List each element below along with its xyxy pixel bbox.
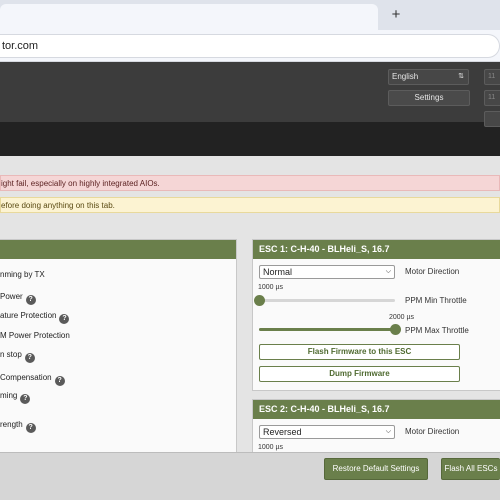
help-icon[interactable]: ?	[20, 394, 31, 404]
url-text: tor.com	[2, 40, 39, 52]
common-setting-label: Compensation	[0, 373, 52, 382]
esc-1-min-slider[interactable]	[254, 295, 395, 306]
header-stub-button-3[interactable]	[484, 111, 500, 127]
flash-all-escs-button[interactable]: Flash All ESCs	[441, 458, 500, 480]
esc-1-max-label: PPM Max Throttle	[405, 326, 469, 335]
common-settings-header	[0, 240, 236, 259]
chevron-down-icon: ⌵	[385, 268, 391, 275]
common-setting-label: rength	[0, 420, 23, 429]
read-before-warning: efore doing anything on this tab.	[0, 197, 500, 213]
active-browser-tab[interactable]	[0, 4, 378, 30]
esc-1-max-slider[interactable]	[259, 324, 401, 335]
language-select[interactable]: English ⇅	[388, 69, 469, 85]
common-setting-item: rength?	[0, 420, 36, 433]
help-icon[interactable]: ?	[25, 295, 36, 305]
common-setting-label: Power	[0, 292, 23, 301]
common-setting-item: ming?	[0, 391, 31, 404]
esc-2-direction-label: Motor Direction	[405, 427, 460, 436]
esc-2-min-value: 1000 µs	[258, 444, 284, 451]
flash-firmware-button[interactable]: Flash Firmware to this ESC	[259, 344, 460, 360]
header-stub-button-2[interactable]: 11	[484, 90, 500, 106]
esc-1-title: ESC 1: C-H-40 - BLHeli_S, 16.7	[253, 240, 500, 259]
esc-2-direction-select[interactable]: Reversed ⌵	[259, 425, 395, 439]
esc-2-title: ESC 2: C-H-40 - BLHeli_S, 16.7	[253, 400, 500, 419]
restore-defaults-button[interactable]: Restore Default Settings	[324, 458, 428, 480]
common-setting-label: ming	[0, 391, 18, 400]
help-icon[interactable]: ?	[59, 314, 70, 324]
dump-firmware-button[interactable]: Dump Firmware	[259, 366, 460, 382]
app-tab-strip	[0, 122, 500, 156]
header-stub-button-1[interactable]: 11	[484, 69, 500, 85]
common-setting-item: Compensation?	[0, 373, 65, 386]
esc-1-min-slider-handle[interactable]	[254, 295, 265, 306]
help-icon[interactable]: ?	[24, 353, 35, 363]
updown-arrow-icon: ⇅	[458, 73, 464, 80]
esc-1-max-slider-fill	[259, 328, 395, 331]
common-setting-item: nming by TX	[0, 270, 45, 279]
url-field[interactable]: tor.com	[0, 34, 500, 58]
help-icon[interactable]: ?	[25, 423, 36, 433]
common-setting-label: n stop	[0, 350, 22, 359]
new-tab-button[interactable]: +	[386, 5, 406, 25]
common-setting-label: nming by TX	[0, 270, 45, 279]
common-setting-item: n stop?	[0, 350, 35, 363]
esc-1-panel: ESC 1: C-H-40 - BLHeli_S, 16.7 Normal ⌵ …	[252, 239, 500, 391]
language-select-value: English	[392, 72, 419, 81]
common-setting-item: Power?	[0, 292, 36, 305]
esc-1-direction-value: Normal	[263, 267, 293, 277]
esc-1-min-value: 1000 µs	[258, 284, 284, 291]
browser-tab-bar: +	[0, 0, 500, 30]
help-icon[interactable]: ?	[54, 376, 65, 386]
esc-2-direction-value: Reversed	[263, 427, 302, 437]
esc-1-min-label: PPM Min Throttle	[405, 296, 467, 305]
common-setting-label: M Power Protection	[0, 331, 70, 340]
common-setting-label: ature Protection	[0, 311, 57, 320]
esc-1-max-value: 2000 µs	[389, 314, 415, 321]
common-setting-item: ature Protection?	[0, 311, 70, 324]
esc-1-max-slider-handle[interactable]	[390, 324, 401, 335]
esc-1-direction-label: Motor Direction	[405, 267, 460, 276]
address-bar: tor.com	[0, 30, 500, 62]
common-setting-item: M Power Protection	[0, 331, 70, 340]
settings-button[interactable]: Settings	[388, 90, 470, 106]
chevron-down-icon: ⌵	[385, 428, 391, 435]
esc-1-direction-select[interactable]: Normal ⌵	[259, 265, 395, 279]
integrated-aio-warning: ight fail, especially on highly integrat…	[0, 175, 500, 191]
